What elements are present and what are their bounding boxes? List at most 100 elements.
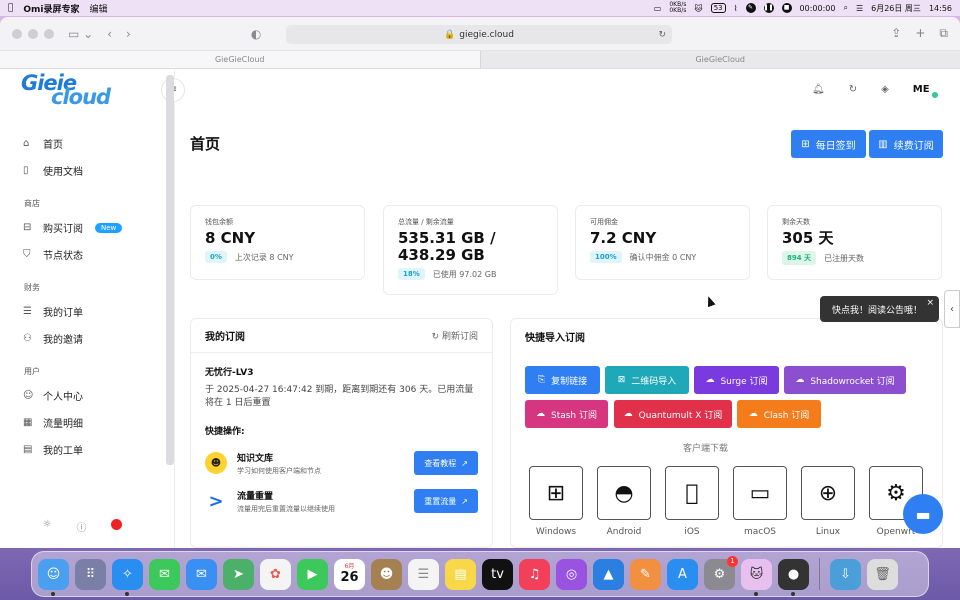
qrcode-button[interactable]: ⊠ 二维码导入 <box>605 366 689 394</box>
menubar-app-name[interactable]: Omi录屏专家 <box>23 2 79 15</box>
forward-icon[interactable]: › <box>126 27 131 41</box>
reminders-icon[interactable]: ☰ <box>408 558 439 590</box>
copy-link-button[interactable]: ⎘ 复制链接 <box>525 366 600 394</box>
sidebar-item-label: 流量明细 <box>43 419 83 430</box>
sidebar-item-docs[interactable]: ▯ 使用文档 <box>0 157 165 184</box>
shadowrocket-button[interactable]: ☁ Shadowrocket 订阅 <box>784 366 906 394</box>
tab-2[interactable]: GieGieCloud <box>481 51 960 68</box>
checkin-button[interactable]: ⊞ 每日签到 <box>791 130 866 158</box>
client-label: iOS <box>684 527 700 537</box>
notes-icon[interactable]: ▤ <box>445 558 476 590</box>
keynote-icon[interactable]: ▲ <box>593 558 624 590</box>
language-flag-icon[interactable] <box>111 519 123 530</box>
music-icon[interactable]: ♫ <box>519 558 550 590</box>
sidebar-item-invites[interactable]: ⚇ 我的邀请 <box>0 325 165 352</box>
maps-icon[interactable]: ➤ <box>223 558 254 590</box>
quick-desc: 学习如何使用客户端和节点 <box>237 466 321 475</box>
refresh-icon[interactable]: ↻ <box>849 84 857 95</box>
share-icon[interactable]: ⇪ <box>891 26 901 41</box>
apple-logo-icon:  <box>685 481 698 506</box>
podcasts-icon[interactable]: ◎ <box>556 558 587 590</box>
sidebar-item-buy[interactable]: ⊟ 购买订阅 New <box>0 214 165 241</box>
stage-icon[interactable]: ▭ <box>654 4 662 13</box>
prompt-icon: > <box>208 490 224 512</box>
sidebar-item-profile[interactable]: ☺ 个人中心 <box>0 382 165 409</box>
recorder-icon[interactable]: ● <box>778 558 809 596</box>
pause-icon[interactable]: ❚❚ <box>763 3 774 13</box>
android-client-button[interactable]: ◓ <box>597 466 651 520</box>
sidebar-toggle-icon[interactable]: ▭ ⌄ <box>68 27 93 41</box>
photos-icon[interactable]: ✿ <box>260 558 291 590</box>
pen-icon[interactable]: ✎ <box>745 3 756 13</box>
tv-icon[interactable]: tv <box>482 558 513 590</box>
macos-client-button[interactable]: ▭ <box>733 466 787 520</box>
sidebar-scrollbar[interactable] <box>166 75 174 465</box>
windows-icon: ⊞ <box>546 480 566 506</box>
stat-sub: 确认中佣金 0 CNY <box>629 252 697 262</box>
stash-button[interactable]: ☁ Stash 订阅 <box>525 400 608 428</box>
ios-client-button[interactable]:  <box>665 466 719 520</box>
announcement-drawer-tab[interactable]: ‹ <box>944 290 960 328</box>
tab-1[interactable]: GieGieCloud <box>0 51 481 68</box>
bell-icon[interactable]: 🔔︎ <box>812 84 825 95</box>
stat-commission: 可用佣金 7.2 CNY 100% 确认中佣金 0 CNY <box>575 205 750 280</box>
control-center-icon[interactable]: ☰ <box>856 4 863 13</box>
clash-button[interactable]: ☁ Clash 订阅 <box>737 400 821 428</box>
window-controls[interactable] <box>12 28 54 39</box>
wifi-off-icon[interactable]: ⌇ <box>734 4 738 13</box>
cat-icon[interactable]: 🐱 <box>694 4 702 13</box>
refresh-subscription-link[interactable]: ↻ 刷新订阅 <box>432 329 478 342</box>
stat-value: 535.31 GB / 438.29 GB <box>398 229 496 264</box>
reset-traffic-button[interactable]: 重置流量 ↗ <box>414 489 478 513</box>
system-settings-icon[interactable]: ⚙ 1 <box>704 555 738 590</box>
theme-sun-icon[interactable]: ☼ <box>43 519 52 534</box>
new-tab-icon[interactable]: + <box>915 26 925 41</box>
back-icon[interactable]: ‹ <box>107 27 112 41</box>
stop-icon[interactable]: ■ <box>781 3 792 13</box>
menubar-edit[interactable]: 编辑 <box>90 2 108 15</box>
macos-dock: ☺ ⠿ ✧ ✉ ✉ ➤ ✿ ▶ 6月 26 ☻ ☰ ▤ tv ♫ ◎ ▲ ✎ A … <box>31 551 929 597</box>
contacts-icon[interactable]: ☻ <box>371 558 402 590</box>
safari-icon[interactable]: ✧ <box>112 558 143 596</box>
windows-client-button[interactable]: ⊞ <box>529 466 583 520</box>
sidebar-item-orders[interactable]: ☰ 我的订单 <box>0 298 165 325</box>
privacy-shield-icon[interactable]: ◐ <box>251 27 261 41</box>
trash-icon[interactable]: 🗑 <box>867 558 898 590</box>
messages-icon[interactable]: ✉ <box>149 558 180 590</box>
mailchimp-icon: ☻ <box>205 452 227 474</box>
quantumult-button[interactable]: ☁ Quantumult X 订阅 <box>614 400 732 428</box>
mail-icon[interactable]: ✉ <box>186 558 217 590</box>
menubar-date[interactable]: 6月26日 周三 <box>871 3 921 14</box>
downloads-folder-icon[interactable]: ⇩ <box>830 558 861 590</box>
info-icon[interactable]: ⓘ <box>76 519 86 534</box>
battery-icon[interactable]: 53 <box>710 3 726 13</box>
sidebar-item-nodes[interactable]: ⛉ 节点状态 <box>0 241 165 268</box>
facetime-icon[interactable]: ▶ <box>297 558 328 590</box>
reload-icon[interactable]: ↻ <box>658 30 666 40</box>
cat-app-icon[interactable]: 🐱 <box>741 558 772 596</box>
chat-icon: ▬ <box>915 504 931 524</box>
avatar[interactable]: ME <box>913 84 938 98</box>
address-bar[interactable]: 🔒 giegie.cloud ↻ <box>286 25 672 44</box>
announcement-tooltip[interactable]: 快点我！阅读公告哦！ × <box>820 296 939 322</box>
sidebar-item-tickets[interactable]: ▤ 我的工单 <box>0 436 165 463</box>
site-logo[interactable]: Gieie cloud <box>21 73 121 108</box>
app-store-icon[interactable]: A <box>667 558 698 590</box>
tab-overview-icon[interactable]: ⧉ <box>939 26 948 41</box>
menubar-clock[interactable]: 14:56 <box>929 4 952 13</box>
view-tutorial-button[interactable]: 查看教程 ↗ <box>414 451 478 475</box>
apple-icon[interactable]:  <box>8 3 13 13</box>
launchpad-icon[interactable]: ⠿ <box>75 558 106 590</box>
sidebar-item-traffic[interactable]: ▦ 流量明细 <box>0 409 165 436</box>
chat-button[interactable]: ▬ <box>903 494 943 534</box>
close-icon[interactable]: × <box>926 298 934 308</box>
linux-client-button[interactable]: ⊕ <box>801 466 855 520</box>
surge-button[interactable]: ☁ Surge 订阅 <box>694 366 779 394</box>
sidebar-item-home[interactable]: ⌂ 首页 <box>0 130 165 157</box>
renew-button[interactable]: ▥ 续费订阅 <box>869 130 943 158</box>
search-icon[interactable]: ⌕ <box>843 3 847 13</box>
calendar-icon[interactable]: 6月 26 <box>334 558 365 590</box>
pages-icon[interactable]: ✎ <box>630 558 661 590</box>
finder-icon[interactable]: ☺ <box>38 558 69 596</box>
settings-icon[interactable]: ◈ <box>881 84 889 95</box>
